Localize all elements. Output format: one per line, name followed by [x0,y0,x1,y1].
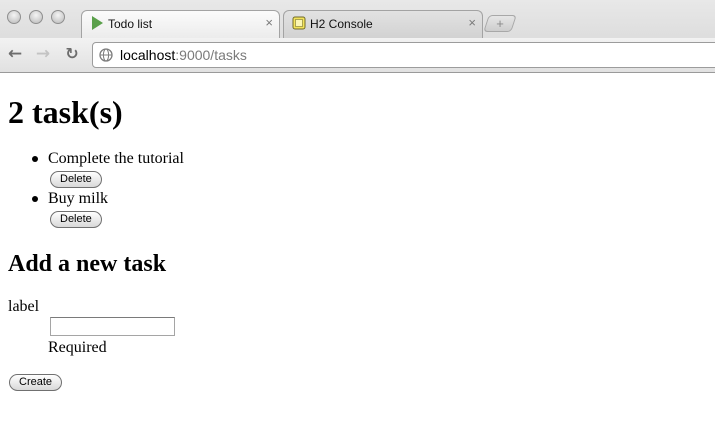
tab-close-icon[interactable]: × [265,16,273,30]
plus-icon: + [496,16,504,31]
back-button[interactable]: ← [5,44,25,64]
browser-toolbar: ← → ↻ localhost:9000/tasks [0,38,715,72]
tab-todo-list[interactable]: Todo list × [81,10,280,38]
delete-button[interactable]: Delete [50,211,102,228]
reload-icon: ↻ [65,44,79,63]
page-content: 2 task(s) Complete the tutorial Delete B… [0,73,715,425]
task-label: Complete the tutorial [48,150,184,167]
task-list: Complete the tutorial Delete Buy milk De… [8,149,184,229]
list-item: Complete the tutorial Delete [8,149,184,189]
tab-strip: Todo list × H2 Console × + [0,0,715,38]
tab-close-icon[interactable]: × [468,16,476,30]
tab-h2-console[interactable]: H2 Console × [283,10,483,38]
h2-database-icon [292,16,306,30]
tab-title: H2 Console [310,17,373,31]
arrow-left-icon: ← [7,44,23,64]
list-item: Buy milk Delete [8,189,184,229]
delete-button[interactable]: Delete [50,171,102,188]
task-label: Buy milk [48,190,109,207]
window-minimize-button[interactable] [29,10,43,24]
forward-button[interactable]: → [33,44,53,64]
window-close-button[interactable] [7,10,21,24]
label-input[interactable] [50,317,175,336]
arrow-right-icon: → [35,44,51,64]
window-maximize-button[interactable] [51,10,65,24]
create-button[interactable]: Create [9,374,63,391]
url-path: :9000/tasks [175,47,247,63]
globe-icon [99,48,113,62]
field-label: label [8,298,40,315]
tab-title: Todo list [108,17,153,31]
form-heading: Add a new task [8,251,167,277]
play-triangle-icon [92,16,103,30]
reload-button[interactable]: ↻ [62,44,82,64]
page-title: 2 task(s) [8,94,123,130]
url-text: localhost:9000/tasks [120,47,247,63]
url-host: localhost [120,47,176,63]
browser-chrome: Todo list × H2 Console × + ← → ↻ localho… [0,0,715,73]
address-bar[interactable]: localhost:9000/tasks [92,42,715,68]
help-text: Required [48,339,107,356]
